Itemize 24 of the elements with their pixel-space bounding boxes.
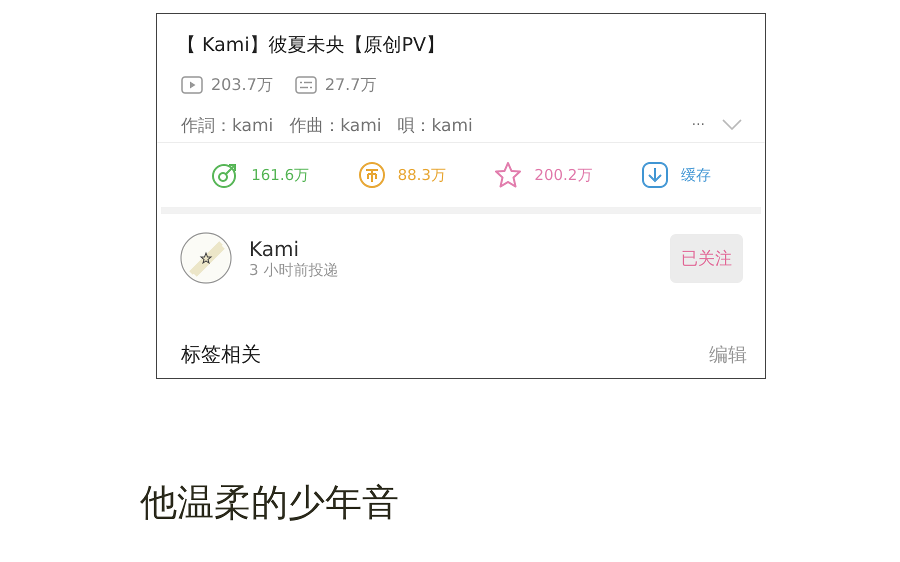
- danmaku-icon: [294, 76, 317, 94]
- edit-link[interactable]: 编辑: [709, 342, 747, 368]
- action-label: 缓存: [680, 166, 711, 184]
- action-label: 200.2万: [534, 166, 592, 184]
- credit-text: 作曲：kami: [289, 114, 382, 136]
- play-count-icon: [181, 76, 203, 94]
- stat-count: 203.7万: [211, 74, 273, 96]
- action-label: 161.6万: [251, 166, 310, 184]
- more-button[interactable]: ···: [692, 117, 705, 133]
- star-icon[interactable]: [494, 161, 522, 189]
- avatar-icon: [179, 231, 233, 285]
- credit-text: 唄：kami: [398, 114, 473, 136]
- credit-text: 作詞：kami: [181, 114, 274, 136]
- follow-button[interactable]: 已关注: [670, 234, 743, 282]
- coin-icon[interactable]: [358, 161, 386, 189]
- caption-text: 他温柔的少年音: [140, 480, 399, 526]
- chevron-down-icon[interactable]: [721, 118, 743, 132]
- upload-time: 3 小时前投递: [249, 260, 340, 280]
- action-label: 88.3万: [398, 166, 446, 184]
- download-icon[interactable]: [640, 161, 669, 189]
- section-title: 标签相关: [181, 341, 261, 368]
- video-title: 【 Kami】彼夏未央【原创PV】: [176, 33, 446, 58]
- stat-count: 27.7万: [324, 74, 376, 96]
- uploader-name[interactable]: Kami: [249, 236, 670, 260]
